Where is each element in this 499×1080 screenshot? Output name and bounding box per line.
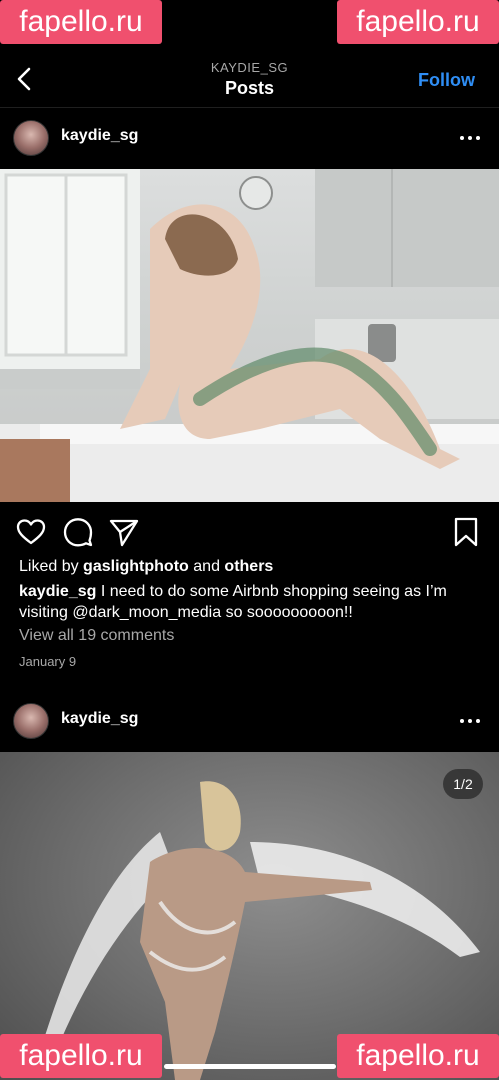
watermark-logo: fapello.ru xyxy=(337,0,499,44)
comment-icon[interactable] xyxy=(62,516,94,548)
carousel-page-indicator: 1/2 xyxy=(443,769,483,799)
post-date: January 9 xyxy=(19,654,77,669)
bookmark-icon[interactable] xyxy=(450,516,482,548)
liked-and: and xyxy=(193,558,220,575)
watermark-logo: fapello.ru xyxy=(337,1034,499,1078)
likes-summary[interactable]: Liked by gaslightphoto and others xyxy=(19,558,273,576)
top-nav: KAYDIE_SG Posts Follow xyxy=(0,52,499,108)
watermark-logo: fapello.ru xyxy=(0,0,162,44)
post-photo[interactable] xyxy=(0,169,499,502)
liked-others[interactable]: others xyxy=(224,558,273,575)
caption-username[interactable]: kaydie_sg xyxy=(19,583,96,600)
more-icon[interactable] xyxy=(459,712,481,730)
post-photo-illustration xyxy=(40,781,480,1080)
liked-user[interactable]: gaslightphoto xyxy=(83,558,189,575)
post-photo-illustration xyxy=(0,169,499,502)
post-caption: kaydie_sg I need to do some Airbnb shopp… xyxy=(19,581,481,623)
post-username[interactable]: kaydie_sg xyxy=(61,127,138,145)
watermark-logo: fapello.ru xyxy=(0,1034,162,1078)
post-username[interactable]: kaydie_sg xyxy=(61,710,138,728)
share-icon[interactable] xyxy=(108,516,140,548)
post-header: kaydie_sg xyxy=(0,107,499,169)
screen: KAYDIE_SG Posts Follow kaydie_sg Liked b… xyxy=(0,0,499,1080)
heart-icon[interactable] xyxy=(15,516,47,548)
avatar[interactable] xyxy=(13,703,49,739)
post-photo[interactable] xyxy=(0,752,499,1080)
post-header: kaydie_sg xyxy=(0,690,499,752)
view-comments-link[interactable]: View all 19 comments xyxy=(19,627,174,645)
more-icon[interactable] xyxy=(459,129,481,147)
post-actions xyxy=(0,512,499,552)
follow-button[interactable]: Follow xyxy=(418,70,475,91)
home-indicator[interactable] xyxy=(164,1064,336,1069)
avatar[interactable] xyxy=(13,120,49,156)
liked-prefix: Liked by xyxy=(19,558,79,575)
